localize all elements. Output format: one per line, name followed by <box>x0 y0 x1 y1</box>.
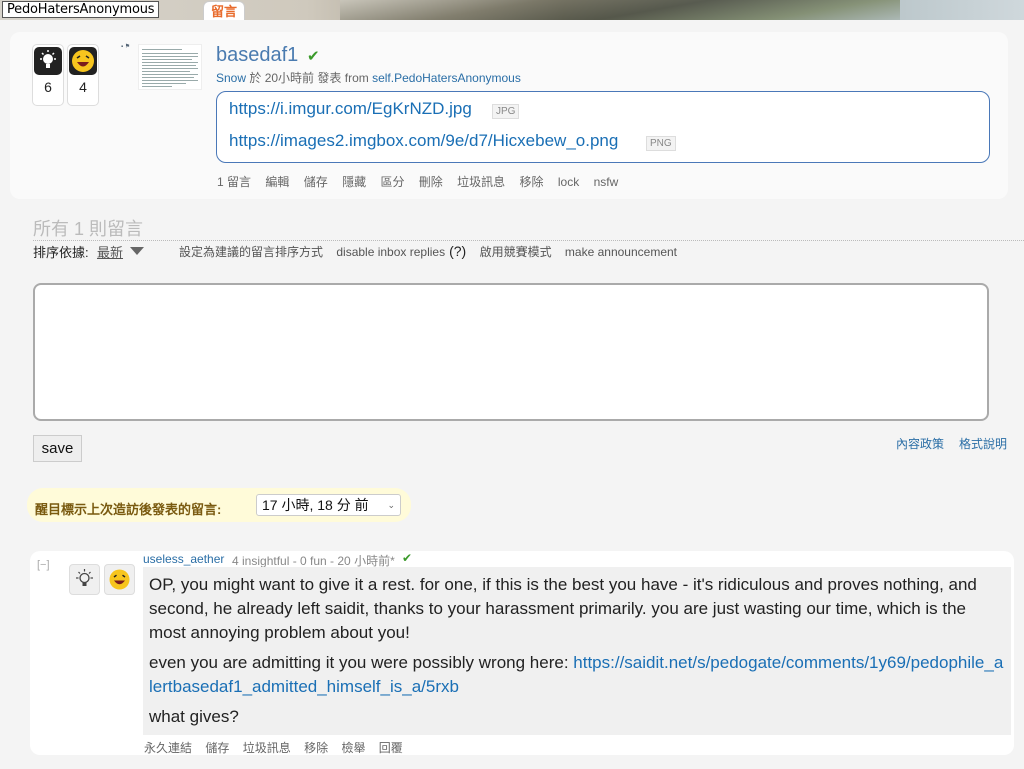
save-link[interactable]: 儲存 <box>304 175 328 189</box>
reply-link[interactable]: 回覆 <box>379 741 403 755</box>
header-banner-image <box>340 0 900 20</box>
save-link[interactable]: 儲存 <box>205 741 229 755</box>
new-comments-highlight: 醒目標示上次造訪後發表的留言: 17 小時, 18 分 前 ⌄ <box>27 488 411 522</box>
post-meta: Snow 於 20小時前 發表 from self.PedoHatersAnon… <box>216 69 521 86</box>
post-title[interactable]: basedaf1 <box>216 44 298 67</box>
permalink-link[interactable]: 永久連結 <box>144 741 192 755</box>
sort-dropdown[interactable]: 最新 <box>97 242 123 261</box>
approved-check-icon: ✔ <box>307 48 320 65</box>
format-tag-png: PNG <box>646 136 676 151</box>
post-card: 6 4 ▪ ⚑ basedaf1 ✔ Snow 於 20小時前 發表 from <box>10 32 1008 199</box>
report-link[interactable]: 檢舉 <box>341 741 365 755</box>
insight-count: 6 <box>44 79 52 95</box>
comments-count-link[interactable]: 1 留言 <box>217 175 251 189</box>
hide-link[interactable]: 隱藏 <box>342 175 366 189</box>
make-announcement-link[interactable]: make announcement <box>565 245 677 259</box>
approved-check-icon: ✔ <box>402 551 413 565</box>
post-body: https://i.imgur.com/EgKrNZD.jpg JPG http… <box>216 91 990 163</box>
highlight-label: 醒目標示上次造訪後發表的留言: <box>35 502 222 517</box>
comments-heading: 所有 1 則留言 <box>33 219 144 239</box>
divider <box>33 240 1024 241</box>
comment-paragraph: what gives? <box>149 707 239 726</box>
fun-count: 4 <box>79 79 87 95</box>
comment-textarea[interactable] <box>33 283 989 421</box>
lock-link[interactable]: lock <box>558 175 579 189</box>
save-button[interactable]: save <box>33 435 82 462</box>
format-tag-jpg: JPG <box>492 104 520 119</box>
fun-vote[interactable]: 4 <box>67 44 99 106</box>
post-author[interactable]: Snow <box>216 71 246 85</box>
post-action-bar: 1 留言 編輯 儲存 隱藏 區分 刪除 垃圾訊息 移除 lock nsfw <box>217 173 629 190</box>
distinguish-link[interactable]: 區分 <box>380 175 404 189</box>
delete-link[interactable]: 刪除 <box>419 175 443 189</box>
comment-paragraph: even you are admitting it you were possi… <box>149 651 1005 699</box>
site-name-link[interactable]: PedoHatersAnonymous <box>2 1 160 18</box>
comment-author[interactable]: useless_aether <box>143 552 224 566</box>
remove-link[interactable]: 移除 <box>304 741 328 755</box>
post-thumbnail[interactable] <box>138 44 202 90</box>
comment-body: OP, you might want to give it a rest. fo… <box>143 567 1011 735</box>
post-time: 於 20小時前 發表 <box>249 71 342 85</box>
post-from-label: from <box>344 71 369 85</box>
highlight-time-select[interactable]: 17 小時, 18 分 前 ⌄ <box>256 494 401 516</box>
laughing-face-icon[interactable] <box>69 47 97 75</box>
content-policy-link[interactable]: 內容政策 <box>896 435 944 452</box>
post-domain[interactable]: self.PedoHatersAnonymous <box>372 71 521 85</box>
select-caret-icon: ⌄ <box>387 500 395 510</box>
collapse-toggle[interactable]: [−] <box>37 559 50 571</box>
contest-mode-link[interactable]: 啟用競賽模式 <box>480 245 552 259</box>
insight-vote[interactable]: 6 <box>32 44 64 106</box>
help-link[interactable]: (?) <box>449 243 466 259</box>
sort-label: 排序依據: <box>33 245 89 260</box>
lightbulb-icon[interactable] <box>69 564 100 595</box>
laughing-face-icon[interactable] <box>104 564 135 595</box>
image-link-1[interactable]: https://i.imgur.com/EgKrNZD.jpg <box>229 99 472 119</box>
spam-link[interactable]: 垃圾訊息 <box>457 175 505 189</box>
image-link-2[interactable]: https://images2.imgbox.com/9e/d7/Hicxebe… <box>229 131 618 151</box>
comment-options: 設定為建議的留言排序方式 disable inbox replies (?) 啟用… <box>179 243 687 260</box>
disable-inbox-replies-link[interactable]: disable inbox replies <box>336 245 445 259</box>
site-header: PedoHatersAnonymous 留言 <box>0 0 1024 20</box>
spam-link[interactable]: 垃圾訊息 <box>243 741 291 755</box>
lightbulb-icon[interactable] <box>34 47 62 75</box>
comment: [−] useless_aether 4 insightful - 0 fun … <box>30 551 1014 755</box>
edit-link[interactable]: 編輯 <box>265 175 289 189</box>
tab-comments[interactable]: 留言 <box>203 1 246 20</box>
comment-text: even you are admitting it you were possi… <box>149 653 574 672</box>
comment-paragraph: OP, you might want to give it a rest. fo… <box>149 575 977 642</box>
nsfw-link[interactable]: nsfw <box>594 175 619 189</box>
comment-action-bar: 永久連結 儲存 垃圾訊息 移除 檢舉 回覆 <box>144 739 413 756</box>
chevron-down-icon[interactable] <box>130 247 144 255</box>
remove-link[interactable]: 移除 <box>520 175 544 189</box>
format-help-link[interactable]: 格式說明 <box>959 435 1007 452</box>
highlight-time-value: 17 小時, 18 分 前 <box>262 497 369 513</box>
set-suggested-sort-link[interactable]: 設定為建議的留言排序方式 <box>179 245 323 259</box>
thumbnail-label-icon: ▪ ⚑ <box>121 44 131 50</box>
